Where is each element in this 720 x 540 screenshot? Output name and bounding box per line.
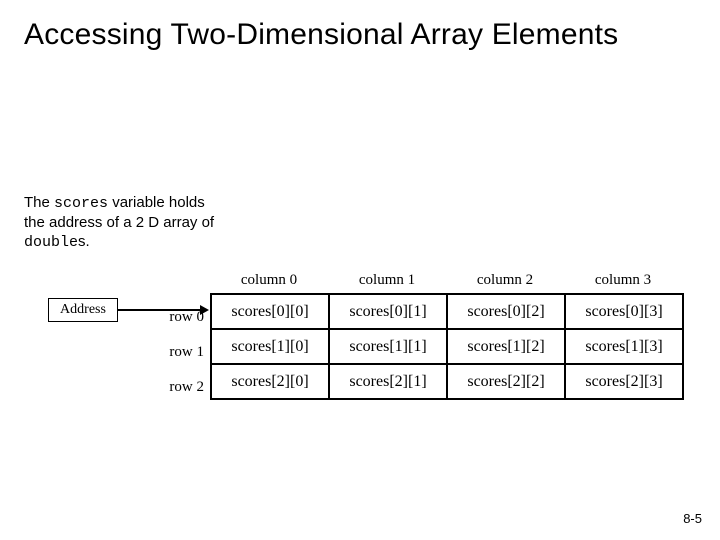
caption: The scores variable holds the address of… [24,194,224,252]
col-header-1: column 1 [328,272,446,289]
row-header-0: row 0 [160,300,204,335]
col-header-2: column 2 [446,272,564,289]
address-box: Address [48,298,118,322]
row-headers: row 0 row 1 row 2 [160,300,204,405]
cell-2-0: scores[2][0] [211,364,329,399]
cell-1-0: scores[1][0] [211,329,329,364]
page-title: Accessing Two-Dimensional Array Elements [0,0,720,53]
cell-2-1: scores[2][1] [329,364,447,399]
array-grid: scores[0][0] scores[0][1] scores[0][2] s… [210,293,684,400]
caption-scores: scores [54,195,108,212]
cell-0-1: scores[0][1] [329,294,447,329]
caption-double: double [24,234,78,251]
row-header-1: row 1 [160,335,204,370]
table-row: scores[2][0] scores[2][1] scores[2][2] s… [211,364,683,399]
column-headers: column 0 column 1 column 2 column 3 [210,272,682,289]
caption-text-3: s. [78,233,90,250]
cell-2-3: scores[2][3] [565,364,683,399]
caption-text-1: The [24,194,54,211]
cell-2-2: scores[2][2] [447,364,565,399]
cell-1-3: scores[1][3] [565,329,683,364]
cell-0-3: scores[0][3] [565,294,683,329]
col-header-3: column 3 [564,272,682,289]
table-row: scores[0][0] scores[0][1] scores[0][2] s… [211,294,683,329]
cell-1-1: scores[1][1] [329,329,447,364]
slide-number: 8-5 [683,511,702,526]
col-header-0: column 0 [210,272,328,289]
cell-1-2: scores[1][2] [447,329,565,364]
cell-0-0: scores[0][0] [211,294,329,329]
row-header-2: row 2 [160,370,204,405]
cell-0-2: scores[0][2] [447,294,565,329]
table-row: scores[1][0] scores[1][1] scores[1][2] s… [211,329,683,364]
